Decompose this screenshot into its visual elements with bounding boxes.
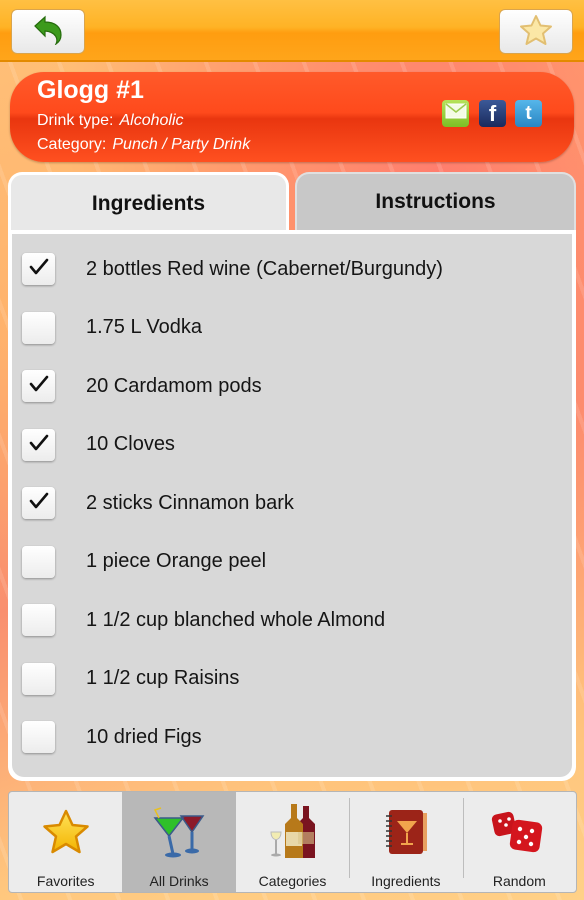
- ingredient-row[interactable]: 1 1/2 cup Raisins: [12, 650, 572, 709]
- ingredient-checkbox[interactable]: [22, 253, 55, 286]
- nav-random-label: Random: [492, 873, 546, 889]
- checkmark-icon: [29, 258, 49, 280]
- nav-random[interactable]: Random: [462, 792, 576, 892]
- ingredient-checkbox[interactable]: [22, 721, 55, 754]
- tab-ingredients-label: Ingredients: [91, 191, 206, 215]
- drink-type-value: Alcoholic: [119, 112, 184, 129]
- drink-title: Glogg #1: [37, 76, 144, 104]
- drink-category: Category: Punch / Party Drink: [37, 136, 250, 154]
- favorite-button[interactable]: [499, 9, 573, 54]
- star-icon: [519, 14, 553, 50]
- ingredient-list[interactable]: 2 bottles Red wine (Cabernet/Burgundy) 1.…: [12, 234, 572, 777]
- ingredient-checkbox[interactable]: [22, 311, 55, 344]
- nav-all-drinks-label: All Drinks: [149, 873, 209, 889]
- email-icon: [445, 103, 467, 124]
- share-twitter-button[interactable]: t: [515, 100, 542, 127]
- drink-type: Drink type: Alcoholic: [37, 112, 184, 130]
- tab-ingredients[interactable]: Ingredients: [8, 172, 289, 232]
- ingredient-checkbox[interactable]: [22, 662, 55, 695]
- back-arrow-icon: [31, 15, 65, 49]
- ingredient-row[interactable]: 1 piece Orange peel: [12, 533, 572, 592]
- nav-ingredients[interactable]: Ingredients: [349, 792, 462, 892]
- ingredient-label: 1 1/2 cup Raisins: [86, 667, 240, 690]
- ingredient-label: 1 piece Orange peel: [86, 550, 267, 573]
- twitter-icon: t: [525, 102, 532, 124]
- ingredient-checkbox[interactable]: [22, 604, 55, 637]
- share-facebook-button[interactable]: f: [479, 100, 506, 127]
- ingredient-row[interactable]: 20 Cardamom pods: [12, 357, 572, 416]
- tab-instructions-label: Instructions: [375, 190, 496, 213]
- dice-icon: [489, 802, 549, 862]
- ingredient-label: 2 sticks Cinnamon bark: [86, 491, 294, 514]
- tab-instructions[interactable]: Instructions: [295, 172, 576, 230]
- ingredient-row[interactable]: 10 dried Figs: [12, 708, 572, 767]
- bottles-icon: [263, 802, 323, 862]
- nav-categories[interactable]: Categories: [236, 792, 349, 892]
- ingredient-label: 2 bottles Red wine (Cabernet/Burgundy): [86, 257, 443, 280]
- ingredient-label: 10 Cloves: [86, 433, 175, 456]
- drink-category-value: Punch / Party Drink: [112, 136, 251, 153]
- cocktail-glasses-icon: [149, 802, 209, 862]
- recipe-book-icon: [376, 802, 436, 862]
- bottom-navigation: Favorites All Drinks Categories Ingredie…: [8, 791, 577, 893]
- drink-header: Glogg #1 Drink type: Alcoholic Category: P…: [10, 72, 574, 162]
- star-icon: [36, 802, 96, 862]
- ingredient-row[interactable]: 10 Cloves: [12, 416, 572, 475]
- nav-favorites[interactable]: Favorites: [9, 792, 122, 892]
- nav-categories-label: Categories: [258, 873, 327, 889]
- ingredient-checkbox[interactable]: [22, 487, 55, 520]
- checkmark-icon: [29, 492, 49, 514]
- ingredient-label: 20 Cardamom pods: [86, 374, 262, 397]
- ingredient-label: 1 1/2 cup blanched whole Almond: [86, 608, 386, 631]
- checkmark-icon: [29, 375, 49, 397]
- ingredient-row[interactable]: 1 1/2 cup blanched whole Almond: [12, 591, 572, 650]
- share-email-button[interactable]: [442, 100, 469, 127]
- ingredient-row[interactable]: 1.75 L Vodka: [12, 299, 572, 358]
- checkmark-icon: [29, 434, 49, 456]
- ingredient-row[interactable]: 2 sticks Cinnamon bark: [12, 474, 572, 533]
- nav-all-drinks[interactable]: All Drinks: [122, 792, 236, 892]
- ingredients-panel: 2 bottles Red wine (Cabernet/Burgundy) 1.…: [8, 230, 576, 781]
- ingredient-label: 10 dried Figs: [86, 725, 202, 748]
- drink-type-label: Drink type:: [37, 112, 114, 129]
- facebook-icon: f: [488, 100, 497, 126]
- ingredient-label: 1.75 L Vodka: [86, 316, 203, 339]
- top-action-bar: [0, 0, 584, 62]
- ingredient-checkbox[interactable]: [22, 545, 55, 578]
- ingredient-checkbox[interactable]: [22, 370, 55, 403]
- drink-category-label: Category:: [37, 136, 107, 153]
- ingredient-row[interactable]: [12, 767, 572, 778]
- ingredient-checkbox[interactable]: [22, 428, 55, 461]
- nav-ingredients-label: Ingredients: [371, 873, 441, 889]
- ingredient-row[interactable]: 2 bottles Red wine (Cabernet/Burgundy): [12, 240, 572, 299]
- back-button[interactable]: [11, 9, 85, 54]
- nav-favorites-label: Favorites: [36, 873, 95, 889]
